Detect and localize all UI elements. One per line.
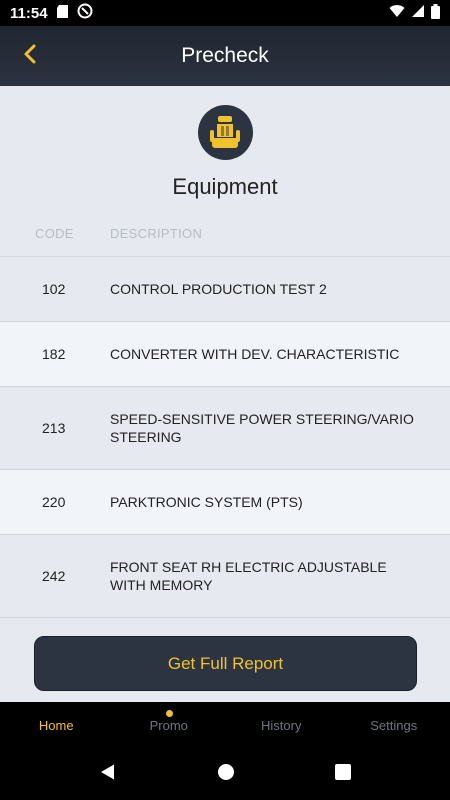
notification-dot: [165, 710, 173, 717]
nav-item-home[interactable]: Home: [0, 702, 113, 748]
section-title: Equipment: [172, 174, 278, 199]
signal-icon: [411, 4, 425, 22]
table-row: 220 PARKTRONIC SYSTEM (PTS): [0, 470, 450, 535]
car-seat-icon: [197, 105, 253, 160]
back-button[interactable]: [14, 40, 46, 72]
system-navigation-bar: [0, 748, 450, 800]
row-description: CONTROL PRODUCTION TEST 2: [110, 281, 327, 297]
row-code: 182: [42, 346, 66, 362]
table-header: CODE DESCRIPTION: [0, 211, 450, 257]
table-row: 242 FRONT SEAT RH ELECTRIC ADJUSTABLE WI…: [0, 535, 450, 618]
row-code: 213: [42, 420, 66, 436]
report-button-container: Get Full Report: [34, 636, 417, 691]
section-header: Equipment: [0, 86, 450, 211]
column-header-description: DESCRIPTION: [110, 226, 203, 241]
nav-label-settings: Settings: [370, 717, 418, 733]
row-description: PARKTRONIC SYSTEM (PTS): [110, 494, 303, 510]
app-bar: Precheck: [0, 26, 450, 86]
nav-item-settings[interactable]: Settings: [338, 702, 450, 748]
row-description: CONVERTER WITH DEV. CHARACTERISTIC: [110, 346, 400, 362]
home-circle-icon[interactable]: [217, 763, 235, 786]
column-header-code: CODE: [35, 226, 74, 241]
table-row: 182 CONVERTER WITH DEV. CHARACTERISTIC: [0, 322, 450, 387]
row-description: FRONT SEAT RH ELECTRIC ADJUSTABLE WITH M…: [110, 559, 387, 593]
wifi-icon: [389, 4, 405, 22]
table-row: 102 CONTROL PRODUCTION TEST 2: [0, 257, 450, 322]
row-description: SPEED-SENSITIVE POWER STEERING/VARIO STE…: [110, 411, 414, 445]
table-row: 213 SPEED-SENSITIVE POWER STEERING/VARIO…: [0, 387, 450, 470]
row-code: 242: [42, 568, 66, 584]
sd-card-icon: [56, 4, 69, 23]
status-time: 11:54: [10, 4, 48, 22]
recents-square-icon[interactable]: [335, 763, 351, 785]
nav-item-promo[interactable]: Promo: [113, 702, 226, 748]
back-triangle-icon[interactable]: [99, 763, 117, 786]
row-code: 220: [42, 494, 66, 510]
main-content: Equipment CODE DESCRIPTION 102 CONTROL P…: [0, 86, 450, 702]
nav-label-promo: Promo: [149, 717, 188, 733]
chevron-left-icon: [23, 44, 37, 69]
bottom-navigation: Home Promo History Settings: [0, 702, 450, 748]
row-code: 102: [42, 281, 66, 297]
get-full-report-button[interactable]: Get Full Report: [34, 636, 417, 691]
status-bar: 11:54: [0, 0, 450, 26]
nav-item-history[interactable]: History: [225, 702, 338, 748]
page-title: Precheck: [181, 44, 269, 67]
battery-icon: [431, 3, 440, 23]
nav-label-history: History: [261, 717, 302, 733]
vpn-icon: [77, 3, 93, 23]
nav-label-home: Home: [38, 717, 74, 733]
